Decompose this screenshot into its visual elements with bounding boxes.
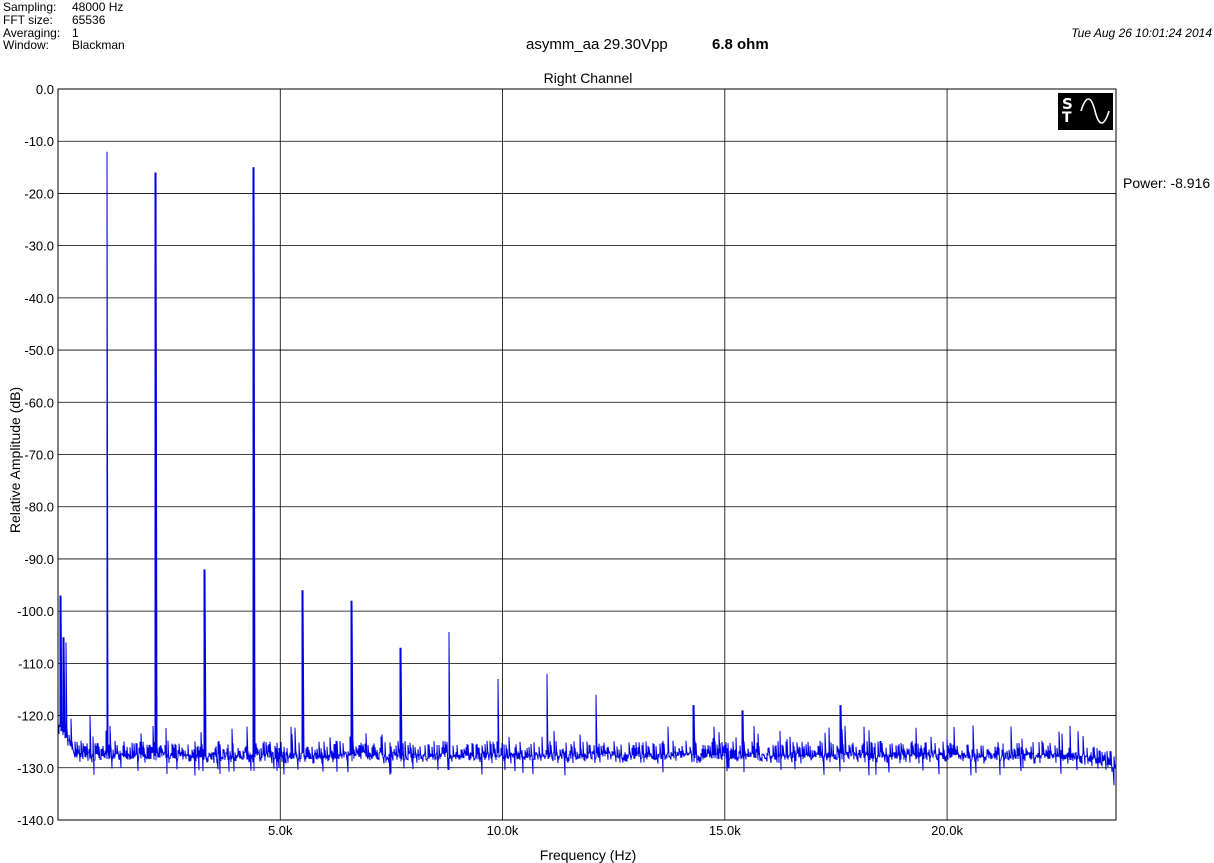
info-sampling: Sampling: 48000 Hz (3, 0, 124, 14)
power-readout: Power: -8.916 (1123, 175, 1211, 191)
y-tick-label: -60.0 (24, 395, 54, 410)
load-impedance: 6.8 ohm (712, 36, 769, 53)
y-tick-label: -70.0 (24, 448, 54, 463)
y-tick-label: -30.0 (24, 239, 54, 254)
y-tick-label: -10.0 (24, 134, 54, 149)
timestamp: Tue Aug 26 10:01:24 2014 (1071, 26, 1212, 40)
y-tick-label: -50.0 (24, 343, 54, 358)
y-tick-label: -20.0 (24, 186, 54, 201)
y-tick-label: -110.0 (18, 656, 54, 671)
x-tick-label: 15.0k (709, 823, 741, 838)
info-fft-size: FFT size: 65536 (3, 13, 106, 27)
x-tick-label: 5.0k (268, 823, 293, 838)
x-tick-label: 10.0k (487, 823, 519, 838)
y-tick-label: -100.0 (17, 604, 54, 619)
grid-lines (58, 88, 1116, 821)
chart-title: asymm_aa 29.30Vpp (526, 36, 668, 53)
channel-title: Right Channel (543, 70, 633, 86)
spectrum-trace (58, 151, 1116, 786)
spectrum-chart: 0.0-10.0-20.0-30.0-40.0-50.0-60.0-70.0-8… (17, 82, 1117, 838)
x-tick-label: 20.0k (931, 823, 963, 838)
x-tick-labels: 5.0k 10.0k 15.0k 20.0k (268, 823, 963, 838)
y-tick-label: -140.0 (17, 813, 54, 828)
y-tick-label: -120.0 (17, 709, 54, 724)
x-axis-label: Frequency (Hz) (539, 847, 637, 863)
y-tick-label: -80.0 (24, 500, 54, 515)
y-tick-label: -130.0 (17, 761, 54, 776)
y-tick-label: -90.0 (24, 552, 54, 567)
y-tick-label: -40.0 (24, 291, 54, 306)
info-window: Window: Blackman (3, 38, 125, 52)
y-axis-label: Relative Amplitude (dB) (7, 386, 23, 534)
st-sine-logo-icon: S T (1058, 93, 1113, 130)
